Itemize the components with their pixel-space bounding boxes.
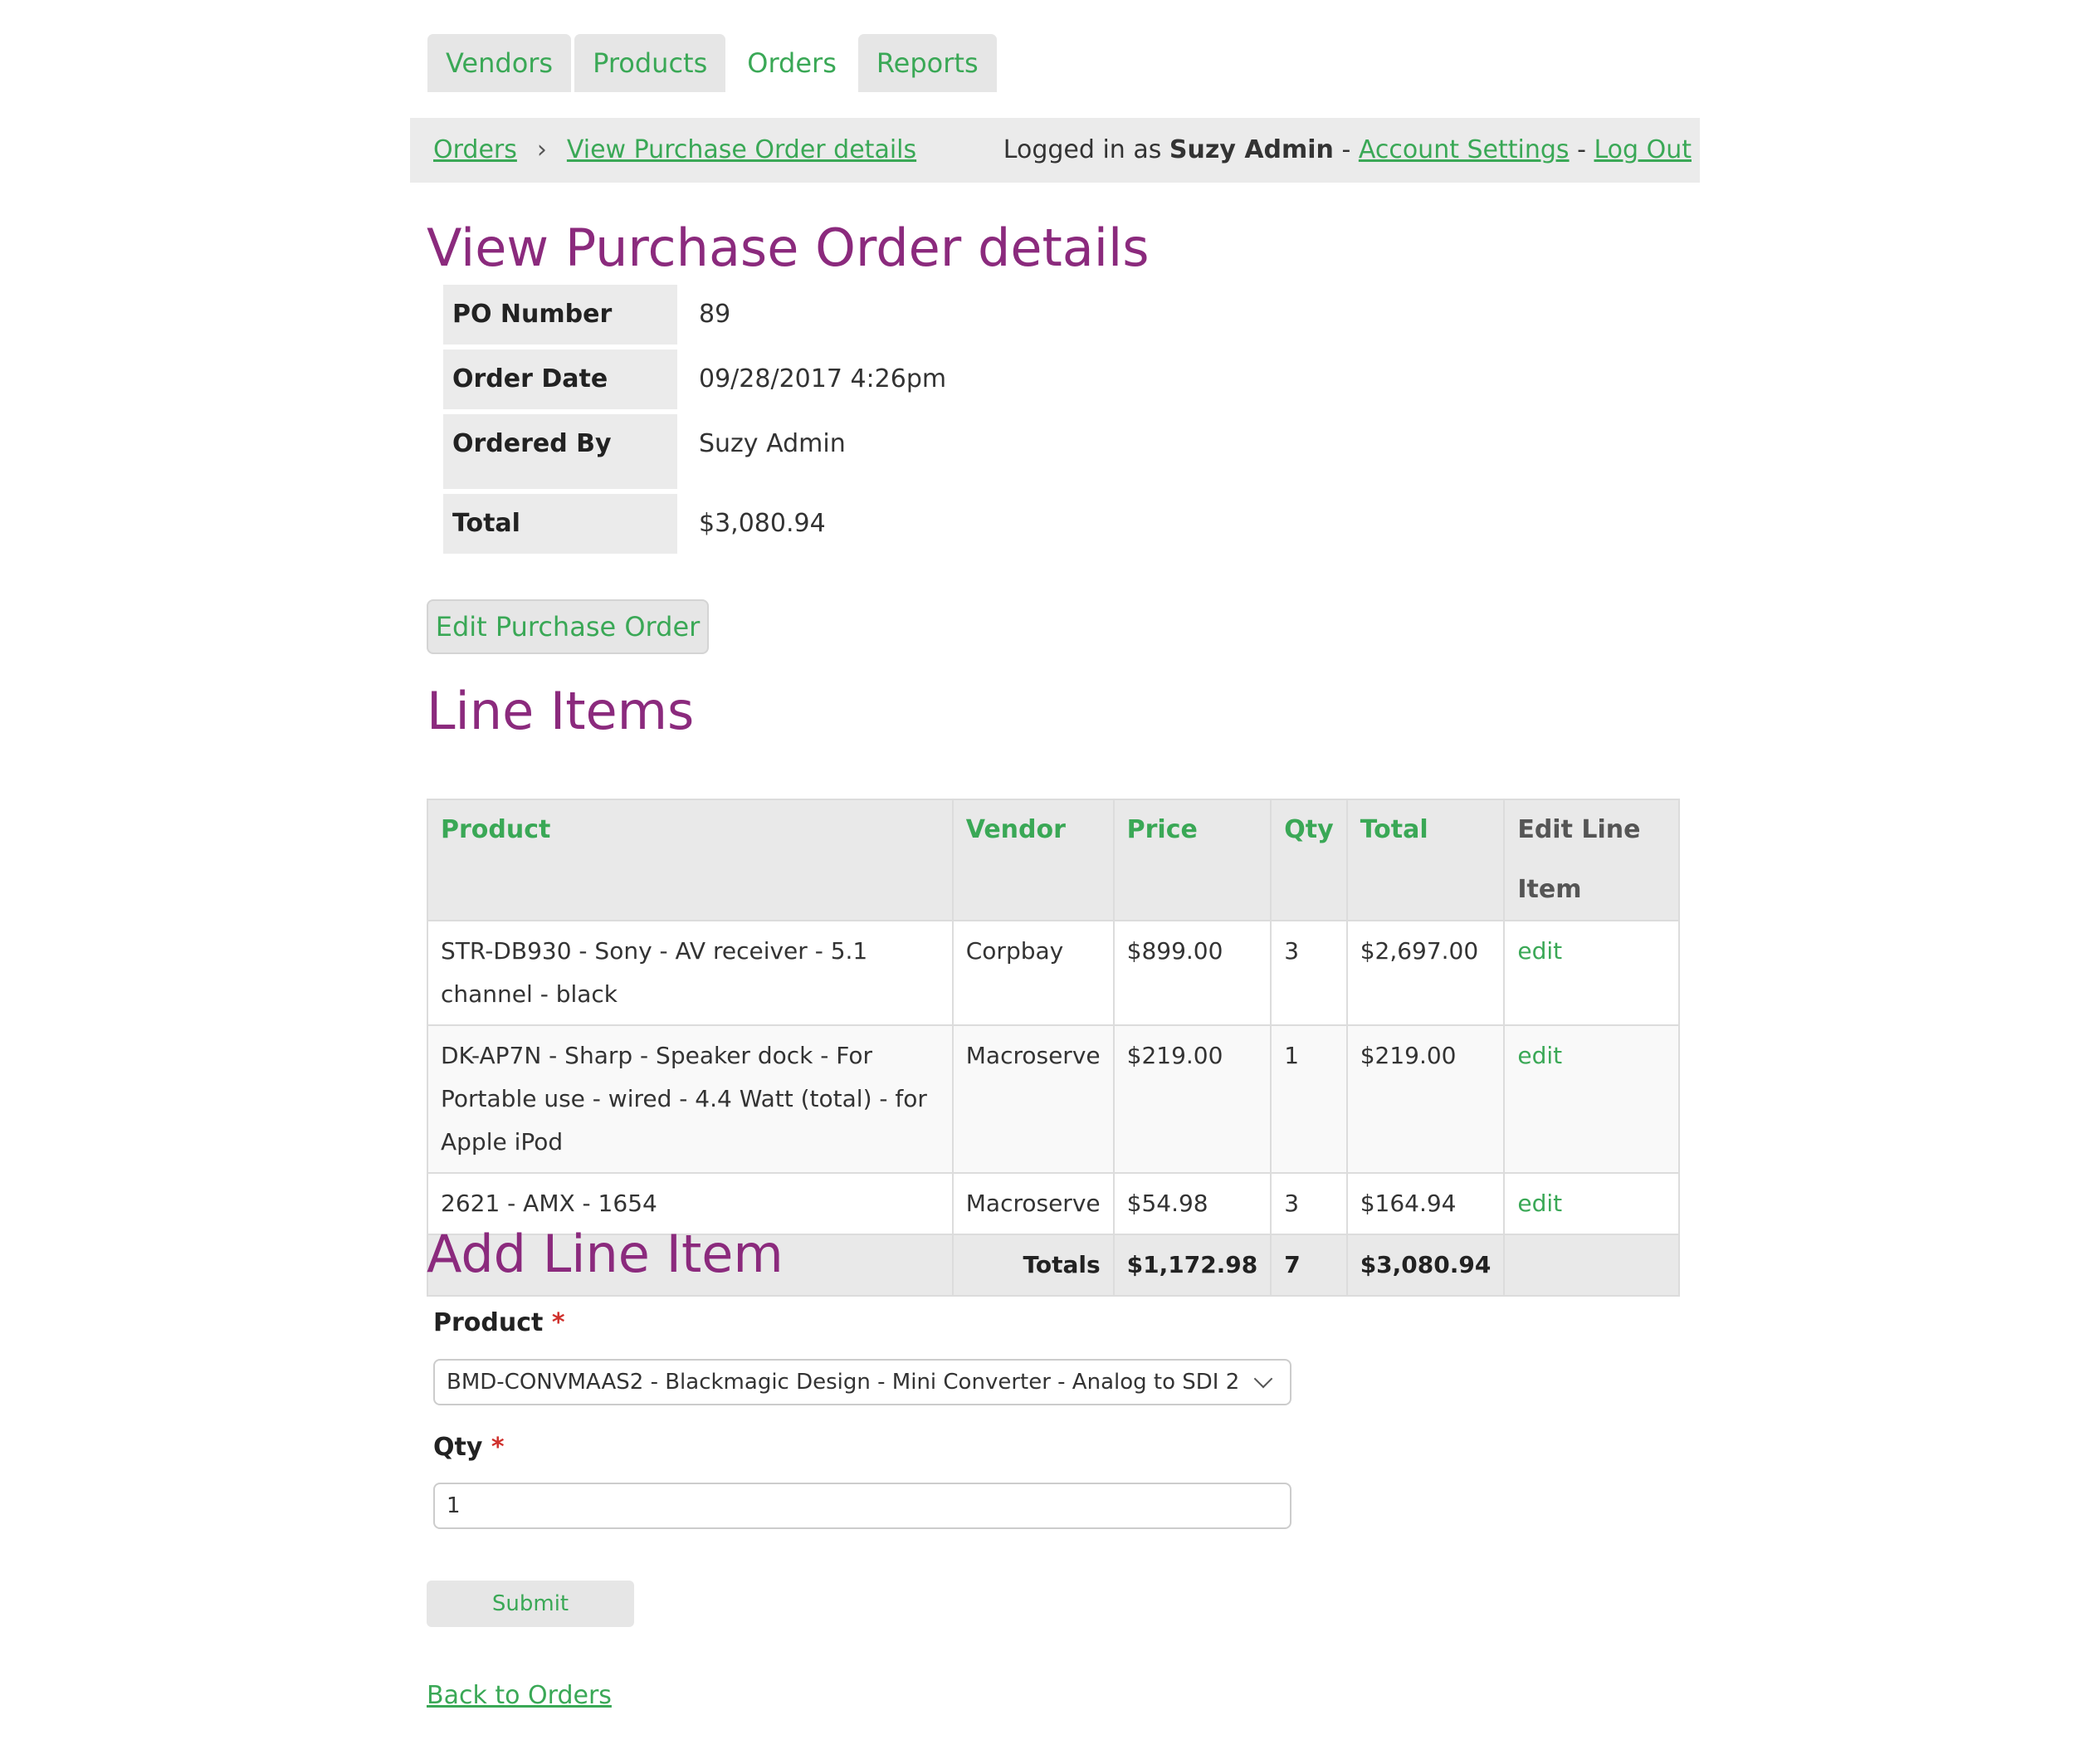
edit-line-item-link[interactable]: edit [1517,1190,1562,1217]
qty-input[interactable] [433,1483,1291,1529]
column-header-qty[interactable]: Qty [1270,799,1348,921]
edit-line-item-link[interactable]: edit [1517,937,1562,965]
tab-products[interactable]: Products [574,34,726,92]
logged-in-prefix: Logged in as [1003,135,1162,164]
product-select-value: BMD-CONVMAAS2 - Blackmagic Design - Mini… [447,1370,1240,1395]
detail-row-po-number: PO Number 89 [443,285,1190,344]
cell-total: $219.00 [1345,1024,1506,1174]
cell-edit: edit [1503,920,1680,1026]
cell-edit: edit [1503,1024,1680,1174]
add-line-item-heading: Add Line Item [427,1224,784,1284]
cell-qty: 3 [1270,920,1348,1026]
tab-vendors[interactable]: Vendors [427,34,572,92]
cell-price: $54.98 [1112,1172,1272,1235]
order-date-value: 09/28/2017 4:26pm [699,364,947,393]
cell-price: $219.00 [1112,1024,1272,1174]
po-details: PO Number 89 Order Date 09/28/2017 4:26p… [443,285,1190,559]
main-nav-tabs: Vendors Products Orders Reports [427,34,997,92]
order-date-label: Order Date [443,349,677,409]
account-settings-link[interactable]: Account Settings [1359,135,1570,164]
cell-vendor: Macroserve [951,1172,1115,1235]
breadcrumb: Orders › View Purchase Order details [433,118,916,183]
page: Vendors Products Orders Reports Orders ›… [0,0,2075,1764]
totals-qty: 7 [1270,1234,1348,1297]
user-name: Suzy Admin [1169,135,1334,164]
header-bar: Orders › View Purchase Order details Log… [410,118,1700,183]
qty-label-text: Qty [433,1433,483,1462]
chevron-down-icon [1253,1369,1273,1389]
totals-edit-empty [1503,1234,1680,1297]
column-header-edit-line-item: Edit Line Item [1503,799,1680,921]
ordered-by-label: Ordered By [443,414,677,489]
user-info: Logged in as Suzy Admin - Account Settin… [1003,118,1692,183]
cell-vendor: Macroserve [951,1024,1115,1174]
detail-row-order-date: Order Date 09/28/2017 4:26pm [443,349,1190,409]
product-field-label: Product * [433,1308,565,1337]
cell-qty: 1 [1270,1024,1348,1174]
log-out-link[interactable]: Log Out [1594,135,1692,164]
tab-orders[interactable]: Orders [729,34,855,92]
cell-qty: 3 [1270,1172,1348,1235]
column-header-total[interactable]: Total [1345,799,1506,921]
cell-product: STR-DB930 - Sony - AV receiver - 5.1 cha… [427,920,954,1026]
po-number-value: 89 [699,300,731,329]
required-mark: * [491,1433,505,1462]
total-value: $3,080.94 [699,509,826,538]
cell-total: $2,697.00 [1345,920,1506,1026]
detail-row-ordered-by: Ordered By Suzy Admin [443,414,1190,489]
edit-purchase-order-button[interactable]: Edit Purchase Order [427,599,709,654]
cell-price: $899.00 [1112,920,1272,1026]
po-number-label: PO Number [443,285,677,344]
table-row: STR-DB930 - Sony - AV receiver - 5.1 cha… [427,920,1680,1026]
submit-button[interactable]: Submit [427,1581,634,1627]
breadcrumb-separator: › [536,135,547,164]
totals-total: $3,080.94 [1345,1234,1506,1297]
column-header-product[interactable]: Product [427,799,954,921]
cell-total: $164.94 [1345,1172,1506,1235]
column-header-price[interactable]: Price [1112,799,1272,921]
required-mark: * [551,1308,565,1337]
cell-product: DK-AP7N - Sharp - Speaker dock - For Por… [427,1024,954,1174]
page-title: View Purchase Order details [427,217,1150,278]
product-label-text: Product [433,1308,544,1337]
line-items-heading: Line Items [427,681,695,741]
edit-line-item-link[interactable]: edit [1517,1042,1562,1069]
cell-vendor: Corpbay [951,920,1115,1026]
separator-dash: - [1577,135,1586,164]
totals-label: Totals [951,1234,1115,1297]
tab-reports[interactable]: Reports [857,34,997,92]
cell-edit: edit [1503,1172,1680,1235]
totals-price: $1,172.98 [1112,1234,1272,1297]
product-select[interactable]: BMD-CONVMAAS2 - Blackmagic Design - Mini… [433,1359,1291,1405]
ordered-by-value: Suzy Admin [699,429,846,458]
total-label: Total [443,494,677,554]
qty-field-label: Qty * [433,1433,505,1462]
back-to-orders-link[interactable]: Back to Orders [427,1681,612,1710]
table-row: DK-AP7N - Sharp - Speaker dock - For Por… [427,1024,1680,1174]
table-header-row: Product Vendor Price Qty Total Edit Line… [427,799,1680,921]
breadcrumb-orders-link[interactable]: Orders [433,118,517,183]
breadcrumb-current-link[interactable]: View Purchase Order details [567,118,916,183]
separator-dash: - [1341,135,1351,164]
column-header-vendor[interactable]: Vendor [951,799,1115,921]
detail-row-total: Total $3,080.94 [443,494,1190,554]
